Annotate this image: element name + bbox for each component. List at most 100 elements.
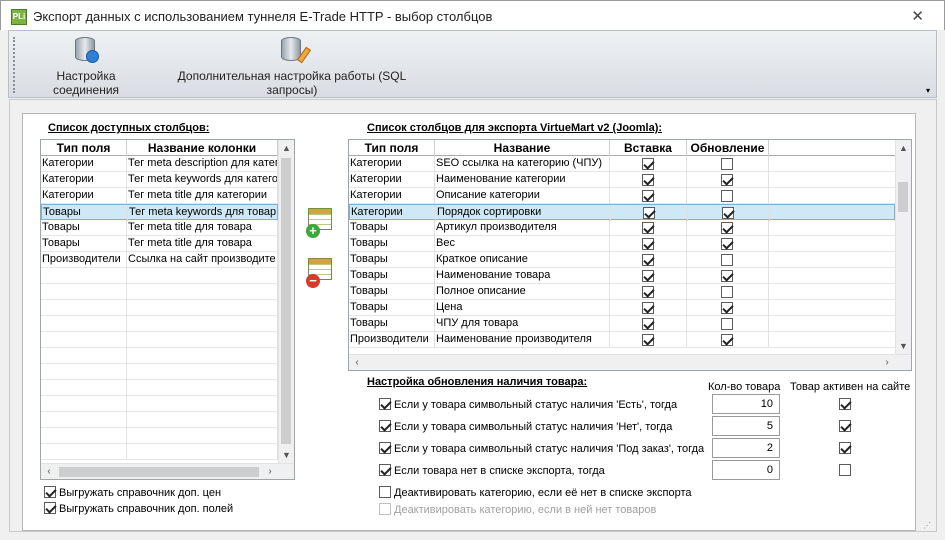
insert-checkbox[interactable] (642, 254, 654, 266)
table-row[interactable] (41, 300, 278, 316)
table-row[interactable] (41, 380, 278, 396)
toolbar-grip[interactable] (13, 37, 16, 93)
checkbox[interactable] (379, 420, 391, 432)
insert-checkbox[interactable] (642, 286, 654, 298)
export-columns-grid[interactable]: Тип поля Название Вставка Обновление Кат… (348, 139, 912, 371)
resize-grip-icon[interactable]: ⋰ (923, 521, 931, 530)
remove-column-button[interactable]: − (306, 256, 336, 288)
stock-rule-checkbox[interactable]: Если у товара символьный статус наличия … (379, 418, 672, 433)
table-row[interactable]: Товары Наименование товара (349, 268, 895, 284)
insert-checkbox[interactable] (642, 190, 654, 202)
insert-checkbox[interactable] (642, 238, 654, 250)
connection-settings-button[interactable]: Настройка соединения (23, 35, 149, 97)
stock-rule-checkbox[interactable]: Если товара нет в списке экспорта, тогда (379, 462, 605, 477)
table-row[interactable] (41, 348, 278, 364)
table-row[interactable]: Товары ЧПУ для товара (349, 316, 895, 332)
product-active-checkbox[interactable] (839, 398, 851, 410)
available-horizontal-scrollbar[interactable]: ‹ › (41, 463, 294, 479)
table-row[interactable]: Категории Порядок сортировки (349, 204, 895, 221)
update-checkbox[interactable] (721, 238, 733, 250)
insert-checkbox[interactable] (642, 174, 654, 186)
table-row[interactable]: Товары Вес (349, 236, 895, 252)
table-row[interactable]: Товары Краткое описание (349, 252, 895, 268)
scroll-down-icon[interactable]: ▼ (279, 447, 294, 463)
qty-input[interactable]: 2 (712, 438, 780, 458)
table-row[interactable]: Категории SEO ссылка на категорию (ЧПУ) (349, 156, 895, 172)
insert-checkbox[interactable] (642, 270, 654, 282)
scroll-thumb[interactable] (59, 467, 259, 477)
table-row[interactable]: Товары Артикул производителя (349, 220, 895, 236)
scroll-left-icon[interactable]: ‹ (349, 355, 365, 370)
scroll-up-icon[interactable]: ▲ (896, 140, 911, 156)
export-header-name[interactable]: Название (435, 140, 610, 156)
table-row[interactable] (41, 332, 278, 348)
update-checkbox[interactable] (721, 318, 733, 330)
update-checkbox[interactable] (721, 190, 733, 202)
checkbox[interactable] (44, 502, 56, 514)
update-checkbox[interactable] (721, 174, 733, 186)
table-row[interactable]: Категории Описание категории (349, 188, 895, 204)
table-row[interactable] (41, 364, 278, 380)
advanced-settings-button[interactable]: Дополнительная настройка работы (SQL зап… (157, 35, 427, 97)
export-extra-prices-checkbox[interactable]: Выгружать справочник доп. цен (44, 484, 221, 499)
scroll-down-icon[interactable]: ▼ (896, 338, 911, 354)
available-header-name[interactable]: Название колонки (127, 140, 278, 156)
export-header-insert[interactable]: Вставка (610, 140, 687, 156)
table-row[interactable] (41, 316, 278, 332)
available-vertical-scrollbar[interactable]: ▲ ▼ (278, 140, 294, 463)
add-column-button[interactable]: + (306, 206, 336, 238)
close-icon[interactable]: ✕ (911, 7, 924, 25)
table-row[interactable] (41, 268, 278, 284)
export-extra-fields-checkbox[interactable]: Выгружать справочник доп. полей (44, 500, 233, 515)
qty-input[interactable]: 0 (712, 460, 780, 480)
export-header-type[interactable]: Тип поля (349, 140, 435, 156)
available-header-type[interactable]: Тип поля (41, 140, 127, 156)
scroll-thumb[interactable] (281, 158, 291, 444)
scroll-up-icon[interactable]: ▲ (279, 140, 294, 156)
checkbox[interactable] (44, 486, 56, 498)
insert-checkbox[interactable] (642, 302, 654, 314)
checkbox[interactable] (379, 486, 391, 498)
table-row[interactable]: Товары Тег meta keywords для товар (41, 204, 279, 221)
table-row[interactable]: Категории Тег meta title для категории (41, 188, 278, 204)
qty-input[interactable]: 5 (712, 416, 780, 436)
checkbox[interactable] (379, 464, 391, 476)
product-active-checkbox[interactable] (839, 442, 851, 454)
toolbar-dropdown-icon[interactable]: ▾ (926, 87, 934, 95)
insert-checkbox[interactable] (643, 207, 655, 219)
checkbox[interactable] (379, 442, 391, 454)
table-row[interactable]: Категории Наименование категории (349, 172, 895, 188)
update-checkbox[interactable] (721, 158, 733, 170)
deactivate-missing-category-checkbox[interactable]: Деактивировать категорию, если её нет в … (379, 484, 692, 499)
update-checkbox[interactable] (721, 222, 733, 234)
scroll-right-icon[interactable]: › (879, 355, 895, 370)
available-columns-grid[interactable]: Тип поля Название колонки Категории Тег m… (40, 139, 295, 480)
table-row[interactable]: Товары Тег meta title для товара (41, 220, 278, 236)
update-checkbox[interactable] (721, 302, 733, 314)
qty-input[interactable]: 10 (712, 394, 780, 414)
stock-rule-checkbox[interactable]: Если у товара символьный статус наличия … (379, 440, 704, 455)
insert-checkbox[interactable] (642, 158, 654, 170)
update-checkbox[interactable] (721, 270, 733, 282)
export-vertical-scrollbar[interactable]: ▲ ▼ (895, 140, 911, 354)
product-active-checkbox[interactable] (839, 420, 851, 432)
table-row[interactable] (41, 428, 278, 444)
table-row[interactable]: Товары Полное описание (349, 284, 895, 300)
table-row[interactable] (41, 396, 278, 412)
insert-checkbox[interactable] (642, 318, 654, 330)
table-row[interactable]: Категории Тег meta description для катего (41, 156, 278, 172)
table-row[interactable] (41, 444, 278, 460)
product-active-checkbox[interactable] (839, 464, 851, 476)
update-checkbox[interactable] (721, 254, 733, 266)
scroll-left-icon[interactable]: ‹ (41, 464, 57, 479)
table-row[interactable]: Товары Цена (349, 300, 895, 316)
table-row[interactable] (41, 284, 278, 300)
export-header-update[interactable]: Обновление (687, 140, 769, 156)
scroll-right-icon[interactable]: › (262, 464, 278, 479)
table-row[interactable]: Производители Наименование производителя (349, 332, 895, 348)
update-checkbox[interactable] (721, 334, 733, 346)
insert-checkbox[interactable] (642, 222, 654, 234)
table-row[interactable]: Товары Тег meta title для товара (41, 236, 278, 252)
export-horizontal-scrollbar[interactable]: ‹ › (349, 354, 911, 370)
stock-rule-checkbox[interactable]: Если у товара символьный статус наличия … (379, 396, 677, 411)
